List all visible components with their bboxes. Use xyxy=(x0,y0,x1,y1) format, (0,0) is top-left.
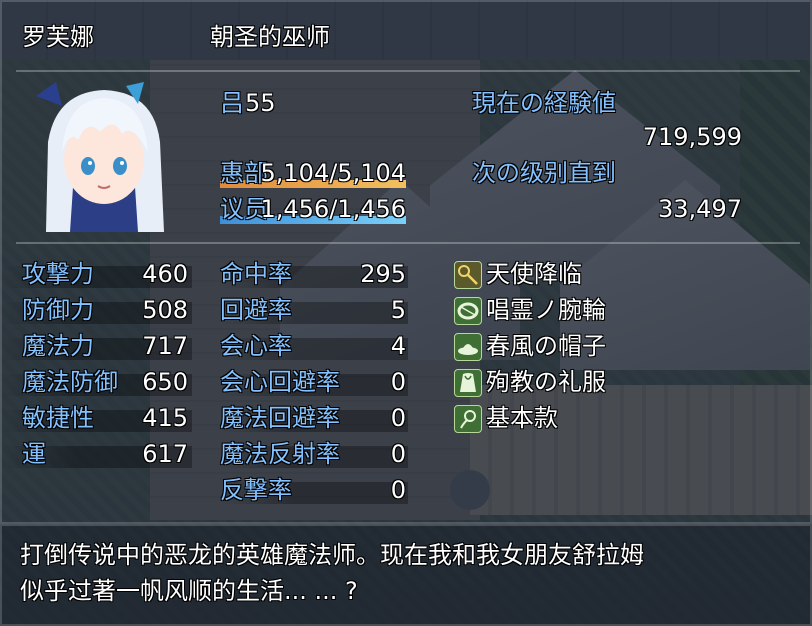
robe-icon xyxy=(454,369,482,397)
staff-icon xyxy=(454,261,482,289)
divider xyxy=(16,242,800,244)
equip-name: 天使降临 xyxy=(486,260,582,288)
level-label: 吕 xyxy=(220,89,244,117)
xparam-value: 0 xyxy=(390,440,406,468)
actor-portrait xyxy=(26,82,176,232)
exp-current-value: 719,599 xyxy=(642,123,742,151)
exp-current-label: 現在の経験値 xyxy=(472,89,616,117)
actor-name: 罗芙娜 xyxy=(22,23,94,51)
xparam-label: 魔法回避率 xyxy=(220,404,340,432)
param-value: 650 xyxy=(142,368,188,396)
param-label: 運 xyxy=(22,440,46,468)
param-label: 敏捷性 xyxy=(22,404,94,432)
profile-line-2: 似乎过著一帆风顺的生活... ... ? xyxy=(20,577,358,605)
bracelet-icon xyxy=(454,297,482,325)
xparam-value: 0 xyxy=(390,368,406,396)
profile-window: 打倒传说中的恶龙的英雄魔法师。现在我和我女朋友舒拉姆 似乎过著一帆风顺的生活..… xyxy=(0,524,812,626)
param-value: 460 xyxy=(142,260,188,288)
xparam-value: 4 xyxy=(390,332,406,360)
actor-class: 朝圣的巫师 xyxy=(210,23,330,51)
xparam-label: 会心回避率 xyxy=(220,368,340,396)
equip-name: 基本款 xyxy=(486,404,558,432)
xparam-label: 魔法反射率 xyxy=(220,440,340,468)
equip-name: 唱霊ノ腕輪 xyxy=(486,296,606,324)
xparam-label: 命中率 xyxy=(220,260,292,288)
status-window: 罗芙娜 朝圣的巫师 吕 55 惠部 5,104/5,104 议员 1,456/1… xyxy=(0,0,812,524)
divider xyxy=(16,70,800,72)
param-label: 攻撃力 xyxy=(22,260,94,288)
mp-value: 1,456/1,456 xyxy=(260,195,407,223)
equip-name: 殉教の礼服 xyxy=(486,368,606,396)
param-label: 防御力 xyxy=(22,296,94,324)
xparam-value: 0 xyxy=(390,404,406,432)
param-value: 617 xyxy=(142,440,188,468)
hp-value: 5,104/5,104 xyxy=(260,159,407,187)
exp-next-label: 次の级别直到 xyxy=(472,159,616,187)
param-label: 魔法力 xyxy=(22,332,94,360)
xparam-value: 295 xyxy=(360,260,406,288)
equip-name: 春風の帽子 xyxy=(486,332,606,360)
param-value: 415 xyxy=(142,404,188,432)
profile-line-1: 打倒传说中的恶龙的英雄魔法师。现在我和我女朋友舒拉姆 xyxy=(20,541,644,569)
level-value: 55 xyxy=(245,89,276,117)
hat-icon xyxy=(454,333,482,361)
xparam-label: 回避率 xyxy=(220,296,292,324)
xparam-value: 5 xyxy=(390,296,406,324)
exp-next-value: 33,497 xyxy=(658,195,742,223)
accessory-icon xyxy=(454,405,482,433)
param-label: 魔法防御 xyxy=(22,368,118,396)
xparam-label: 会心率 xyxy=(220,332,292,360)
xparam-value: 0 xyxy=(390,476,406,504)
param-value: 508 xyxy=(142,296,188,324)
param-value: 717 xyxy=(142,332,188,360)
xparam-label: 反撃率 xyxy=(220,476,292,504)
